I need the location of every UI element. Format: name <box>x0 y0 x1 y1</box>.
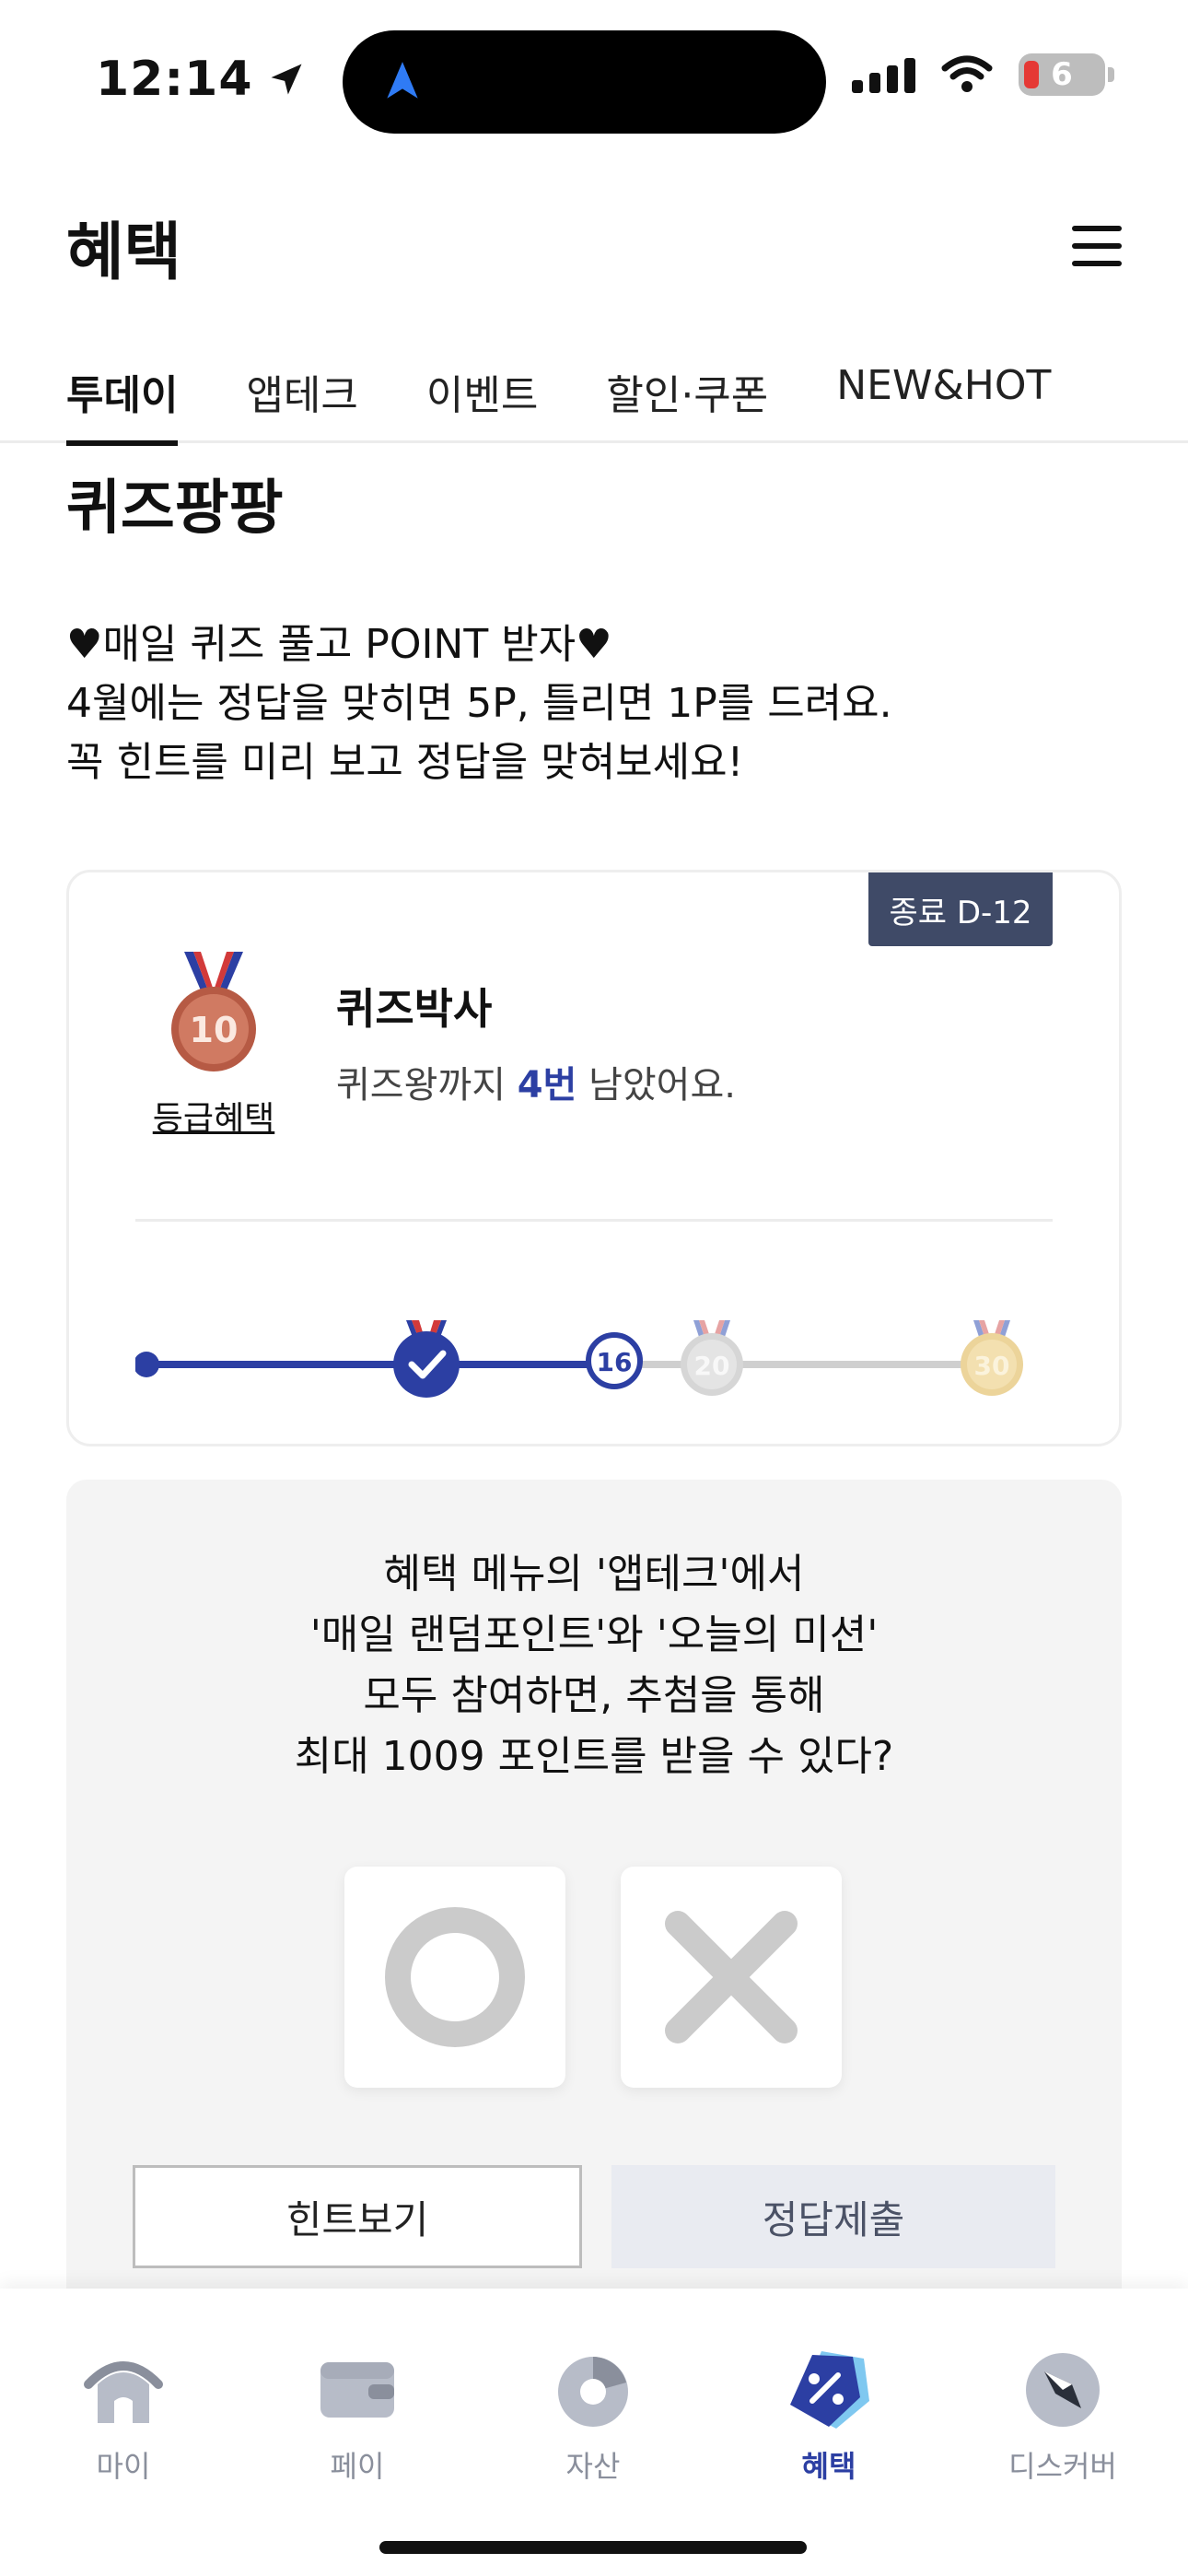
wallet-icon <box>320 2362 394 2418</box>
battery-icon: 6 <box>1019 53 1114 96</box>
medal-number: 10 <box>190 1010 239 1050</box>
quiz-intro: ♥매일 퀴즈 풀고 POINT 받자♥ 4월에는 정답을 맞히면 5P, 틀리면… <box>66 615 1125 792</box>
quiz-question-box: 혜택 메뉴의 '앱테크'에서 '매일 랜덤포인트'와 '오늘의 미션' 모두 참… <box>66 1480 1122 2327</box>
home-indicator <box>379 2541 807 2554</box>
current-position-marker: 16 <box>586 1332 643 1389</box>
pie-chart-icon <box>558 2357 628 2427</box>
status-indicators: 6 <box>852 53 1114 96</box>
grade-remaining-text: 퀴즈왕까지 4번 남았어요. <box>336 1055 736 1108</box>
current-count-label: 16 <box>597 1347 633 1377</box>
nav-item-assets[interactable]: 자산 <box>510 2344 676 2486</box>
cellular-signal-icon <box>852 56 915 93</box>
grade-name: 퀴즈박사 <box>336 984 493 1034</box>
section-title: 퀴즈팡팡 <box>66 474 284 543</box>
nav-item-benefit[interactable]: 혜택 <box>746 2344 912 2486</box>
grade-card: 종료 D-12 10 등급혜택 퀴즈박사 퀴즈왕까지 4번 남았어요. 16 2… <box>66 870 1122 1446</box>
navigation-arrow-icon <box>387 62 418 99</box>
dynamic-island <box>343 30 826 134</box>
remaining-count: 4번 <box>517 1064 577 1107</box>
gold-medal-icon: 30 <box>961 1320 1023 1396</box>
tab-new-hot[interactable]: NEW&HOT <box>836 355 1051 443</box>
status-time: 12:14 <box>96 52 307 107</box>
nav-label: 혜택 <box>801 2449 856 2484</box>
nav-label: 마이 <box>96 2449 151 2484</box>
home-icon <box>84 2361 163 2423</box>
progress-start-dot <box>135 1352 159 1377</box>
milestone-10-check-icon <box>393 1320 460 1398</box>
intro-line: ♥매일 퀴즈 풀고 POINT 받자♥ <box>66 621 612 668</box>
circle-o-icon <box>385 1907 525 2047</box>
answer-o-button[interactable] <box>344 1867 565 2088</box>
cross-x-icon <box>665 1911 798 2043</box>
category-tabs: 투데이 앱테크 이벤트 할인·쿠폰 NEW&HOT <box>0 355 1188 446</box>
quiz-question: 혜택 메뉴의 '앱테크'에서 '매일 랜덤포인트'와 '오늘의 미션' 모두 참… <box>66 1544 1122 1787</box>
milestone-20-label: 20 <box>694 1351 730 1381</box>
answer-x-button[interactable] <box>621 1867 842 2088</box>
intro-line: 꼭 힌트를 미리 보고 정답을 맞혀보세요! <box>66 739 744 786</box>
location-arrow-icon <box>271 64 302 95</box>
question-line: '매일 랜덤포인트'와 '오늘의 미션' <box>309 1611 879 1658</box>
hint-button[interactable]: 힌트보기 <box>133 2165 582 2268</box>
status-bar: 12:14 6 <box>0 0 1188 157</box>
grade-progress-track: 16 20 30 <box>135 1320 1023 1398</box>
hamburger-icon[interactable] <box>1072 226 1122 266</box>
bottom-navigation: 마이 페이 자산 혜택 디스커버 <box>0 2289 1188 2576</box>
nav-label: 디스커버 <box>1008 2449 1117 2484</box>
end-date-badge: 종료 D-12 <box>868 872 1053 946</box>
tab-discount-coupon[interactable]: 할인·쿠폰 <box>606 355 768 443</box>
nav-item-discover[interactable]: 디스커버 <box>980 2344 1146 2486</box>
nav-label: 페이 <box>330 2449 385 2484</box>
nav-item-pay[interactable]: 페이 <box>274 2344 440 2486</box>
silver-medal-icon: 20 <box>681 1320 743 1396</box>
page-header: 혜택 <box>66 205 1122 289</box>
milestone-30-label: 30 <box>974 1351 1010 1381</box>
bronze-medal-icon: 10 <box>171 952 256 1071</box>
page-title: 혜택 <box>66 216 182 289</box>
submit-answer-button[interactable]: 정답제출 <box>611 2165 1055 2268</box>
question-line: 모두 참여하면, 추첨을 통해 <box>363 1672 825 1719</box>
battery-percent: 6 <box>1051 56 1073 93</box>
tab-apptech[interactable]: 앱테크 <box>246 355 357 443</box>
tab-event[interactable]: 이벤트 <box>426 355 538 443</box>
remaining-suffix: 남았어요. <box>577 1064 736 1107</box>
nav-item-my[interactable]: 마이 <box>41 2344 206 2486</box>
remaining-prefix: 퀴즈왕까지 <box>336 1064 518 1107</box>
question-line: 최대 1009 포인트를 받을 수 있다? <box>294 1733 894 1780</box>
tab-today[interactable]: 투데이 <box>66 355 179 446</box>
card-divider <box>135 1219 1053 1222</box>
wifi-icon <box>941 55 993 92</box>
compass-icon <box>1026 2353 1100 2427</box>
clock-text: 12:14 <box>96 52 253 107</box>
question-line: 혜택 메뉴의 '앱테크'에서 <box>383 1551 805 1598</box>
intro-line: 4월에는 정답을 맞히면 5P, 틀리면 1P를 드려요. <box>66 680 892 727</box>
nav-label: 자산 <box>565 2449 621 2484</box>
grade-benefit-link[interactable]: 등급혜택 <box>148 1092 279 1140</box>
discount-tag-icon <box>790 2351 869 2429</box>
grade-medal: 10 등급혜택 <box>148 950 279 1140</box>
